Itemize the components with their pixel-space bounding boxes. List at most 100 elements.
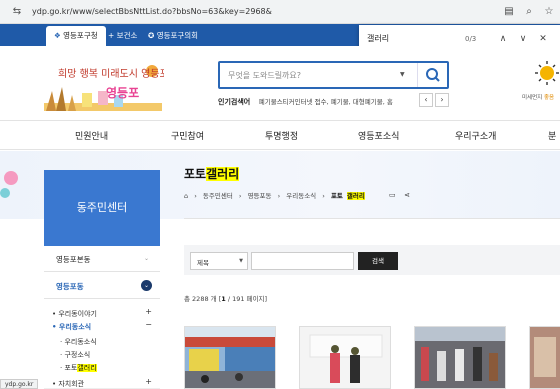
search-dropdown-icon[interactable]: ▼ xyxy=(400,71,405,78)
find-highlight: 갤러리 xyxy=(346,192,365,200)
find-input[interactable]: 갤러리 xyxy=(367,33,465,44)
current-page: 1 xyxy=(221,295,226,303)
site-logo[interactable]: 희망 행복 미래도시 영등포 영등포 xyxy=(42,61,169,117)
gallery-thumbnail[interactable] xyxy=(414,326,506,389)
find-close-icon[interactable]: ✕ xyxy=(533,34,553,44)
nav-item[interactable]: 투명행정 xyxy=(265,129,298,142)
submenu-label: 구정소식 xyxy=(64,351,91,359)
home-icon[interactable]: ⌂ xyxy=(184,192,188,200)
bookmark-star-icon[interactable]: ☆ xyxy=(542,5,556,19)
sidebar-title: 동주민센터 xyxy=(44,170,160,246)
decor-circle-pink xyxy=(4,171,18,185)
chevron-down-icon: ⌄ xyxy=(143,255,150,262)
find-count: 0/3 xyxy=(465,34,477,43)
breadcrumb-item[interactable]: 동주민센터 xyxy=(203,192,233,200)
total-count: 총 2288 개 [1 / 191 페이지] xyxy=(184,295,268,303)
gallery-image xyxy=(185,327,275,388)
popular-label: 인기검색어 xyxy=(218,98,251,106)
submenu-item-district-news[interactable]: · 구정소식 xyxy=(60,350,90,360)
sidebar-item-label: 영등포동 xyxy=(56,282,84,291)
search-box[interactable]: 무엇을 도와드릴까요? ▼ xyxy=(218,61,449,89)
keyword-input[interactable] xyxy=(251,252,354,270)
breadcrumb-item[interactable]: 영등포동 xyxy=(248,192,272,200)
expand-plus-icon[interactable]: + xyxy=(145,307,152,316)
submenu-label: 우리동소식 xyxy=(58,323,92,331)
breadcrumb-separator-icon: › xyxy=(277,192,281,200)
chevron-down-icon: ▼ xyxy=(239,258,243,264)
breadcrumb-current-text: 포토 xyxy=(330,192,343,200)
nav-item[interactable]: 우리구소개 xyxy=(455,129,496,142)
gallery-thumbnail[interactable] xyxy=(299,326,391,389)
breadcrumb: ⌂ › 동주민센터 › 영등포동 › 우리동소식 › 포토 갤러리 xyxy=(184,190,373,200)
submenu-label: 자치회관 xyxy=(58,380,85,388)
gallery-image xyxy=(530,327,560,388)
nav-item[interactable]: 분 xyxy=(548,129,556,142)
breadcrumb-separator-icon: › xyxy=(322,192,325,200)
total-count-text: 총 2288 개 xyxy=(184,295,217,303)
tab-district-council[interactable]: ✪ 영등포구의회 xyxy=(140,26,206,46)
sidebar-item-label: 영등포본동 xyxy=(56,255,91,264)
submenu-item-news[interactable]: · 우리동소식 xyxy=(60,337,97,347)
submenu-group-news[interactable]: • 우리동소식 xyxy=(52,322,91,332)
find-prev-icon[interactable]: ∧ xyxy=(493,34,513,44)
nav-item[interactable]: 구민참여 xyxy=(171,129,204,142)
council-icon: ✪ xyxy=(148,31,155,40)
decor-circle-teal xyxy=(0,188,10,198)
gallery-image xyxy=(300,327,390,388)
print-icon[interactable]: ▭ xyxy=(389,191,396,199)
popular-next-button[interactable]: › xyxy=(435,93,449,107)
search-field-select[interactable]: 제목 ▼ xyxy=(190,252,248,270)
share-icon[interactable]: ⋖ xyxy=(404,191,410,199)
air-quality-value: 좋음 xyxy=(544,95,555,101)
nav-item[interactable]: 영등포소식 xyxy=(358,129,399,142)
breadcrumb-separator-icon: › xyxy=(194,192,197,200)
popular-keywords: 인기검색어 폐기물스티커인터넷 접수, 폐기물, 대형폐기물, 홈 xyxy=(218,96,446,110)
sidebar-item-yeongdeungpodong[interactable]: 영등포동 ⌄ xyxy=(44,273,160,299)
search-submit-button[interactable]: 검색 xyxy=(358,252,398,270)
svg-text:영등포: 영등포 xyxy=(106,85,139,100)
url-text[interactable]: ydp.go.kr/www/selectBbsNttList.do?bbsNo=… xyxy=(32,7,272,16)
reader-mode-icon[interactable]: ▤ xyxy=(502,5,516,19)
tab-label: 영등포구청 xyxy=(63,31,98,40)
tab-yeongdeungpo-office[interactable]: ❖ 영등포구청 xyxy=(46,26,106,46)
search-filter-bar: 제목 ▼ 검색 xyxy=(184,245,560,275)
air-quality-widget[interactable]: 미세먼지 좋음 xyxy=(522,59,560,115)
search-button[interactable] xyxy=(417,63,447,87)
site-info-icon[interactable]: ⇆ xyxy=(10,5,24,19)
popular-prev-button[interactable]: ‹ xyxy=(419,93,433,107)
page-total: / 191 페이지 xyxy=(227,295,265,303)
submenu-label: 우리동이야기 xyxy=(58,310,97,318)
page-title: 포토갤러리 xyxy=(184,165,240,182)
breadcrumb-separator-icon: › xyxy=(238,192,242,200)
select-value: 제목 xyxy=(197,259,209,267)
submenu-group-autonomy[interactable]: • 자치회관 xyxy=(52,379,84,389)
popular-items[interactable]: 폐기물스티커인터넷 접수, 폐기물, 대형폐기물, 홈 xyxy=(259,98,393,106)
sidebar-item-yeongdeungpo-bondong[interactable]: 영등포본동 ⌄ xyxy=(44,246,160,272)
tab-label: 영등포구의회 xyxy=(156,31,199,40)
tab-health-center[interactable]: + 보건소 xyxy=(100,26,145,46)
search-icon[interactable]: ⌕ xyxy=(522,5,536,19)
breadcrumb-item[interactable]: 우리동소식 xyxy=(286,192,316,200)
page-tools: ▭ ⋖ xyxy=(389,190,410,199)
expand-plus-icon[interactable]: + xyxy=(145,377,152,386)
main-navigation: 민원안내 구민참여 투명행정 영등포소식 우리구소개 분 xyxy=(0,120,560,150)
find-highlight: 갤러리 xyxy=(77,364,97,372)
breadcrumb-current: 포토 갤러리 xyxy=(331,192,369,200)
logo-text: 희망 행복 미래도시 영등포 xyxy=(58,68,164,80)
submenu-item-photo-gallery[interactable]: · 포토갤러리 xyxy=(60,363,97,373)
submenu-label: 포토 xyxy=(64,364,78,372)
search-input[interactable]: 무엇을 도와드릴까요? xyxy=(228,70,301,81)
browser-address-bar: ⇆ ydp.go.kr/www/selectBbsNttList.do?bbsN… xyxy=(0,0,560,24)
gallery-thumbnail[interactable] xyxy=(184,326,276,389)
submenu-label: 우리동소식 xyxy=(64,338,97,346)
logo-illustration-icon: 희망 행복 미래도시 영등포 영등포 xyxy=(44,65,169,111)
collapse-minus-icon[interactable]: − xyxy=(145,320,152,329)
find-next-icon[interactable]: ∨ xyxy=(513,34,533,44)
chevron-down-icon: ⌄ xyxy=(141,280,152,291)
gallery-thumbnail[interactable] xyxy=(529,326,560,389)
sun-icon xyxy=(535,61,559,85)
nav-item[interactable]: 민원안내 xyxy=(75,129,108,142)
search-icon xyxy=(426,68,440,82)
submenu-group-story[interactable]: • 우리동이야기 xyxy=(52,309,97,319)
site-header: 희망 행복 미래도시 영등포 영등포 무엇을 도와드릴까요? ▼ 인기검색어 폐… xyxy=(0,46,560,120)
